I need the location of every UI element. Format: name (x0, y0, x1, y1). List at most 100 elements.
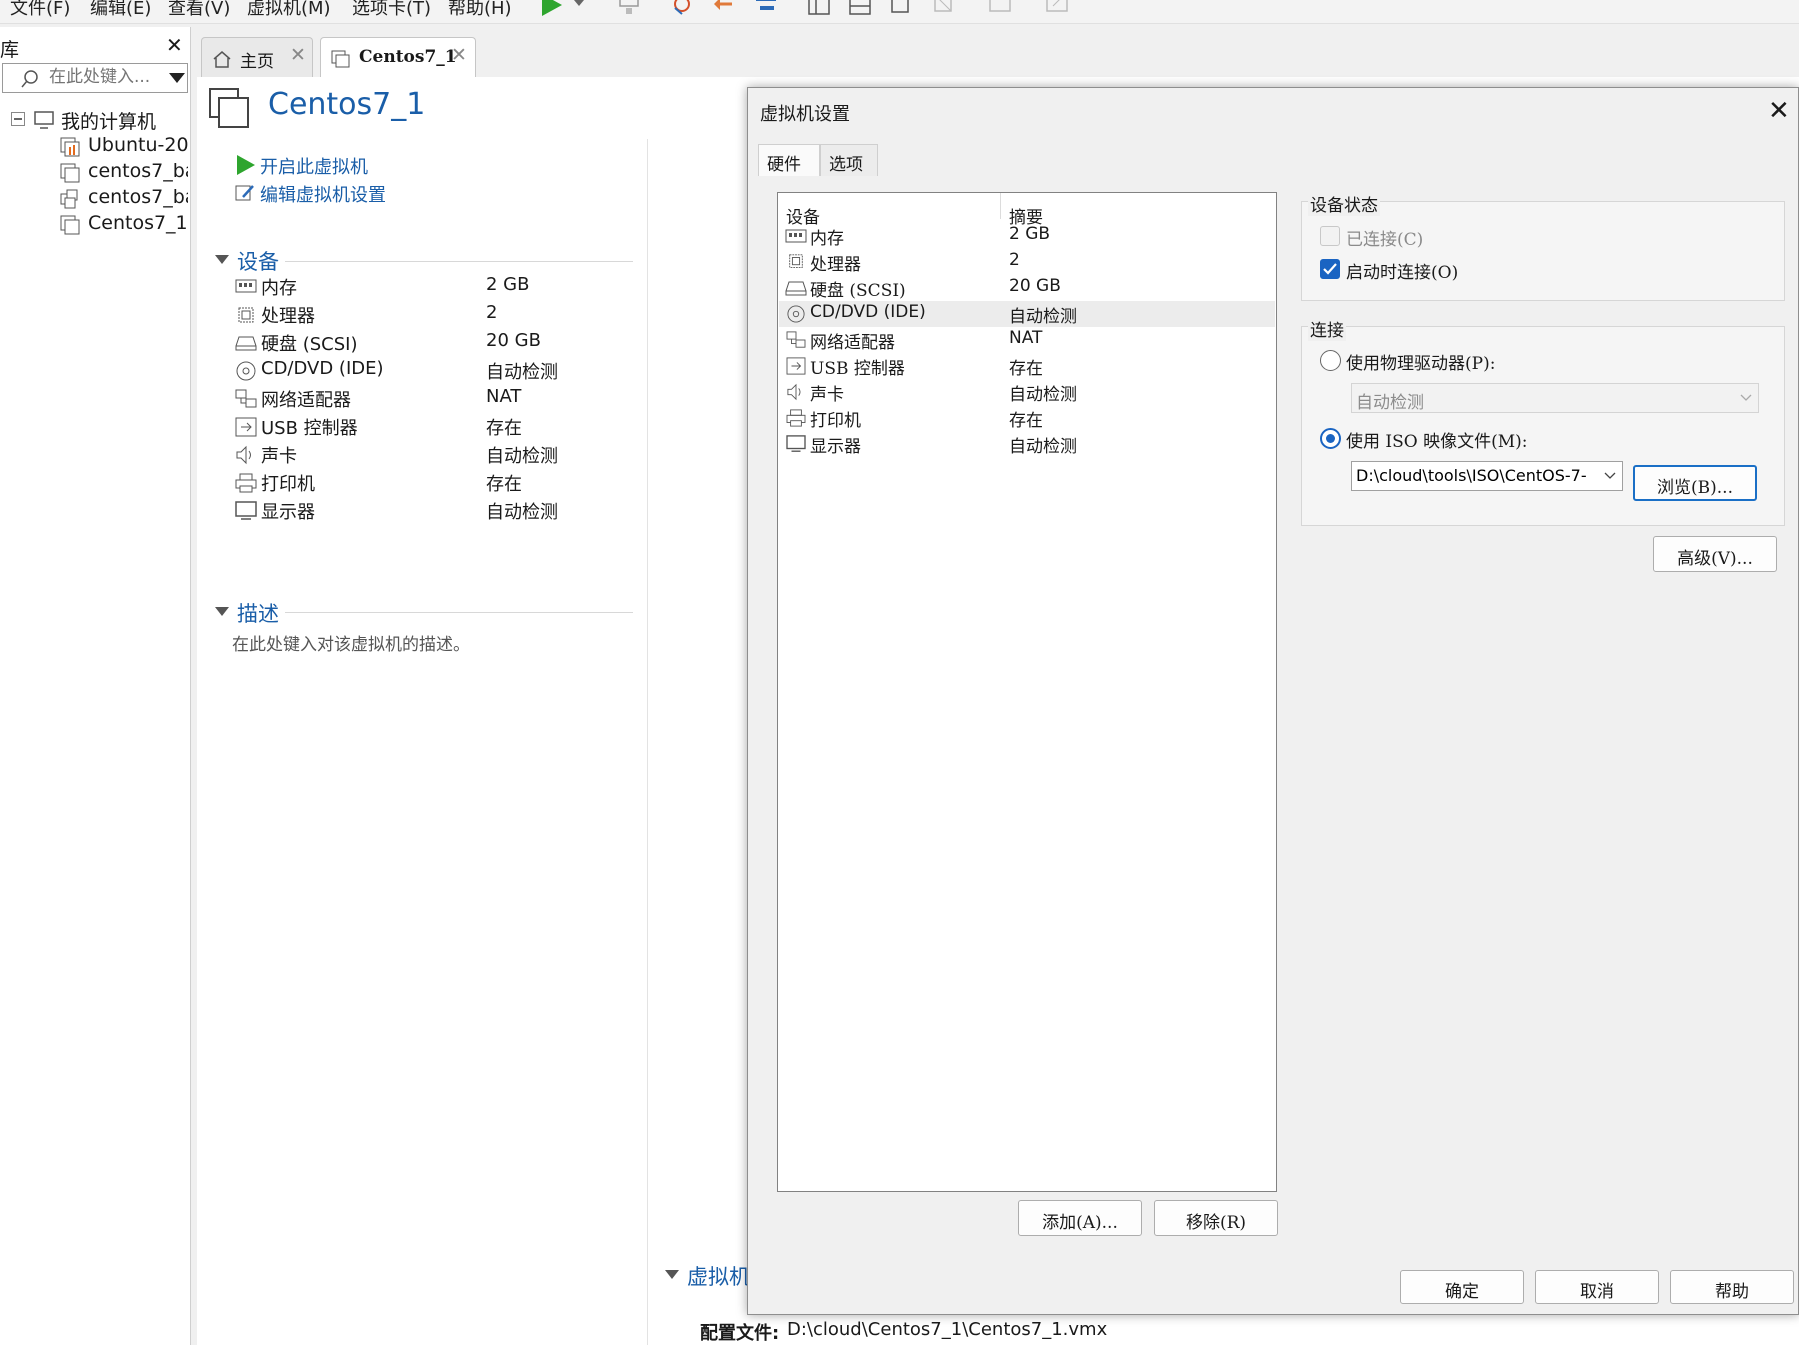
device-row[interactable]: 处理器 2 (779, 249, 1275, 275)
connected-label: 已连接(C) (1346, 230, 1424, 250)
iso-label: 使用 ISO 映像文件(M): (1346, 432, 1528, 452)
device-row-name: 内存 (810, 229, 844, 249)
chevron-down-icon[interactable] (1604, 472, 1616, 480)
tab-hardware[interactable]: 硬件 (758, 144, 820, 176)
view-library-icon[interactable] (807, 0, 831, 16)
library-search[interactable] (2, 63, 188, 93)
add-device-button[interactable]: 添加(A)... (1018, 1200, 1142, 1236)
vm-details-header[interactable]: 虚拟机 (687, 1261, 750, 1291)
unity-icon[interactable] (932, 0, 956, 16)
menu-view[interactable]: 查看(V) (168, 0, 230, 20)
tab-close-icon[interactable]: ✕ (290, 44, 306, 66)
cancel-button[interactable]: 取消 (1535, 1270, 1659, 1304)
collapse-tree-icon[interactable] (11, 112, 25, 126)
device-name[interactable]: 处理器 (261, 302, 315, 328)
advanced-button[interactable]: 高级(V)... (1653, 536, 1777, 572)
power-on-link[interactable]: 开启此虚拟机 (260, 153, 368, 179)
device-name[interactable]: 内存 (261, 274, 297, 300)
device-status-group (1301, 201, 1785, 301)
device-name[interactable]: 声卡 (261, 442, 297, 468)
device-row[interactable]: 网络适配器 NAT (779, 327, 1275, 353)
device-row-name: CD/DVD (IDE) (810, 302, 926, 322)
dialog-title: 虚拟机设置 (760, 104, 850, 125)
hardware-device-list[interactable]: 设备 摘要 内存 2 GB 处理器 2 硬盘 (SCSI) 20 GB CD/D… (777, 192, 1277, 1192)
suspend-icon[interactable] (617, 0, 641, 16)
device-row-name: 显示器 (810, 437, 861, 457)
hard-disk-icon (235, 336, 257, 351)
device-name[interactable]: 硬盘 (SCSI) (261, 330, 358, 356)
memory-icon (235, 279, 257, 293)
device-row[interactable]: 硬盘 (SCSI) 20 GB (779, 275, 1275, 301)
tree-vm-item[interactable]: Ubuntu-20. (88, 134, 188, 156)
tab-options[interactable]: 选项 (820, 144, 878, 176)
dialog-close-icon[interactable]: ✕ (1768, 96, 1790, 126)
connected-checkbox[interactable] (1320, 226, 1340, 246)
devices-header[interactable]: 设备 (237, 246, 279, 276)
tab-home-label: 主页 (240, 52, 274, 72)
chevron-down-icon (1740, 394, 1752, 401)
tree-my-computer[interactable]: 我的计算机 (61, 107, 156, 134)
revert-snapshot-icon[interactable] (712, 0, 736, 16)
device-name[interactable]: CD/DVD (IDE) (261, 358, 384, 379)
device-value: 自动检测 (486, 446, 558, 467)
description-text[interactable]: 在此处键入对该虚拟机的描述。 (232, 630, 470, 655)
menu-help[interactable]: 帮助(H) (448, 0, 512, 20)
menu-vm[interactable]: 虚拟机(M) (247, 0, 331, 20)
iso-path-combo[interactable] (1351, 461, 1623, 491)
tab-centos7-1[interactable]: Centos7_1 ✕ (320, 37, 476, 77)
description-header[interactable]: 描述 (237, 598, 279, 628)
device-name[interactable]: 打印机 (261, 470, 315, 496)
power-on-icon[interactable] (237, 155, 255, 175)
console-icon[interactable] (988, 0, 1012, 16)
device-row[interactable]: 打印机 存在 (779, 405, 1275, 431)
iso-path-input[interactable] (1356, 466, 1586, 485)
stretch-icon[interactable] (1045, 0, 1069, 16)
iso-radio[interactable] (1320, 428, 1341, 449)
device-value: 自动检测 (486, 502, 558, 523)
edit-settings-icon[interactable] (235, 183, 257, 203)
library-close-icon[interactable]: ✕ (166, 33, 183, 57)
device-row[interactable]: 声卡 自动检测 (779, 379, 1275, 405)
menu-edit[interactable]: 编辑(E) (90, 0, 151, 20)
physical-drive-label: 使用物理驱动器(P): (1346, 354, 1496, 374)
tab-home[interactable]: 主页 ✕ (201, 37, 313, 77)
snapshot-icon[interactable] (670, 0, 694, 16)
tree-vm-item[interactable]: centos7_bas (88, 186, 188, 208)
menu-file[interactable]: 文件(F) (10, 0, 70, 20)
collapse-triangle-icon[interactable] (215, 255, 229, 265)
device-row-selected[interactable]: CD/DVD (IDE) 自动检测 (779, 301, 1275, 327)
menu-tabs[interactable]: 选项卡(T) (352, 0, 431, 20)
browse-button[interactable]: 浏览(B)... (1633, 465, 1757, 501)
device-name[interactable]: 显示器 (261, 498, 315, 524)
fullscreen-icon[interactable] (888, 0, 912, 16)
tree-vm-item[interactable]: centos7_bas (88, 160, 188, 182)
tree-vm-item-selected[interactable]: Centos7_1 (88, 212, 188, 234)
collapse-triangle-icon[interactable] (665, 1270, 679, 1280)
collapse-triangle-icon[interactable] (215, 607, 229, 617)
play-dropdown-icon[interactable] (572, 0, 586, 16)
display-icon (235, 501, 257, 520)
physical-drive-radio[interactable] (1320, 350, 1341, 371)
edit-settings-link[interactable]: 编辑虚拟机设置 (260, 181, 386, 207)
connect-on-power-checkbox[interactable] (1320, 259, 1340, 279)
snapshot-manager-icon[interactable] (754, 0, 778, 16)
device-row-name: 硬盘 (SCSI) (810, 281, 906, 301)
help-button[interactable]: 帮助 (1670, 1270, 1794, 1304)
search-dropdown-icon[interactable] (169, 73, 185, 83)
ok-button[interactable]: 确定 (1400, 1270, 1524, 1304)
device-row[interactable]: 内存 2 GB (779, 223, 1275, 249)
physical-drive-select[interactable]: 自动检测 (1351, 383, 1759, 413)
device-name[interactable]: USB 控制器 (261, 414, 358, 440)
tab-close-icon[interactable]: ✕ (451, 44, 467, 66)
remove-device-button[interactable]: 移除(R) (1154, 1200, 1278, 1236)
device-row[interactable]: 显示器 自动检测 (779, 431, 1275, 457)
device-row[interactable]: USB 控制器 存在 (779, 353, 1275, 379)
vm-icon (331, 50, 350, 68)
search-icon (21, 70, 38, 88)
device-name[interactable]: 网络适配器 (261, 386, 351, 412)
play-icon[interactable] (540, 0, 564, 16)
vm-icon (60, 163, 80, 183)
view-thumbnail-icon[interactable] (848, 0, 872, 16)
library-search-input[interactable] (49, 67, 159, 87)
device-row-summary: 20 GB (1009, 276, 1061, 296)
